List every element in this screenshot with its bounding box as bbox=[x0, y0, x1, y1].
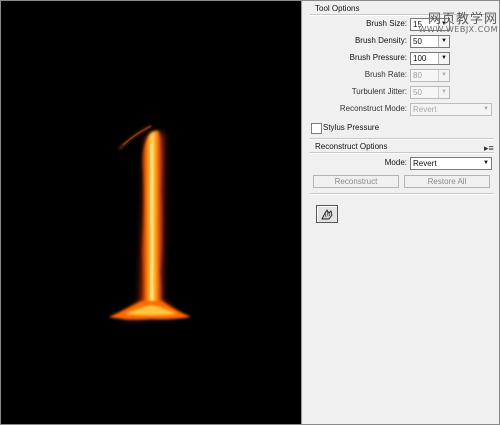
reconstruct-mode-label: Reconstruct Mode: bbox=[339, 104, 407, 113]
reconstruct-mode-row: Reconstruct Mode: Revert ▼ bbox=[302, 103, 499, 116]
stylus-pressure-label[interactable]: Stylus Pressure bbox=[323, 123, 379, 132]
brush-rate-field: 80 ▼ bbox=[410, 69, 450, 82]
image-canvas[interactable] bbox=[1, 1, 301, 424]
stylus-pressure-checkbox[interactable] bbox=[311, 123, 322, 134]
brush-pressure-label: Brush Pressure: bbox=[349, 53, 407, 62]
brush-pressure-field[interactable]: 100 ▼ bbox=[410, 52, 450, 65]
mode-label: Mode: bbox=[384, 158, 407, 167]
stylus-pressure-option[interactable]: Stylus Pressure bbox=[311, 123, 431, 135]
reconstruct-options-title: Reconstruct Options bbox=[315, 142, 388, 151]
section-divider bbox=[310, 138, 494, 140]
liquify-window: Tool Options Brush Size: 15 ▼ Brush Dens… bbox=[0, 0, 500, 425]
tool-options-title: Tool Options bbox=[315, 4, 360, 13]
chevron-down-icon: ▼ bbox=[438, 70, 449, 81]
reconstruct-mode-select: Revert ▼ bbox=[410, 103, 492, 116]
hand-tool-icon bbox=[321, 209, 333, 220]
watermark-logo: 网页教学网 WWW.WEBJX.COM bbox=[418, 8, 499, 36]
panel-menu-icon[interactable]: ▸≡ bbox=[484, 144, 494, 153]
chevron-down-icon[interactable]: ▼ bbox=[483, 158, 489, 169]
fire-numeral-one-image bbox=[109, 124, 191, 320]
hand-tool-button[interactable] bbox=[316, 205, 338, 223]
restore-all-button[interactable]: Restore All bbox=[404, 175, 490, 188]
chevron-down-icon: ▼ bbox=[438, 87, 449, 98]
turbulent-jitter-field: 50 ▼ bbox=[410, 86, 450, 99]
brush-rate-value: 80 bbox=[413, 71, 422, 80]
chevron-down-icon: ▼ bbox=[483, 106, 489, 112]
chevron-down-icon[interactable]: ▼ bbox=[438, 53, 449, 64]
section-divider bbox=[310, 193, 494, 195]
chevron-down-icon[interactable]: ▼ bbox=[438, 36, 449, 47]
turbulent-jitter-label: Turbulent Jitter: bbox=[351, 87, 407, 96]
mode-row: Mode: Revert ▼ bbox=[302, 157, 499, 170]
brush-pressure-value[interactable]: 100 bbox=[413, 54, 426, 63]
section-divider bbox=[310, 152, 494, 154]
reconstruct-button[interactable]: Reconstruct bbox=[313, 175, 399, 188]
turbulent-jitter-row: Turbulent Jitter: 50 ▼ bbox=[302, 86, 499, 99]
brush-rate-label: Brush Rate: bbox=[364, 70, 407, 79]
turbulent-jitter-value: 50 bbox=[413, 88, 422, 97]
brush-density-field[interactable]: 50 ▼ bbox=[410, 35, 450, 48]
brush-density-value[interactable]: 50 bbox=[413, 37, 422, 46]
reconstruct-mode-value: Revert bbox=[413, 105, 437, 114]
brush-size-label: Brush Size: bbox=[366, 19, 407, 28]
brush-pressure-row: Brush Pressure: 100 ▼ bbox=[302, 52, 499, 65]
mode-value[interactable]: Revert bbox=[413, 159, 437, 168]
brush-density-row: Brush Density: 50 ▼ bbox=[302, 35, 499, 48]
mode-select[interactable]: Revert ▼ bbox=[410, 157, 492, 170]
brush-rate-row: Brush Rate: 80 ▼ bbox=[302, 69, 499, 82]
tool-options-panel: Tool Options Brush Size: 15 ▼ Brush Dens… bbox=[301, 1, 499, 424]
brush-density-label: Brush Density: bbox=[354, 36, 407, 45]
watermark-url: WWW.WEBJX.COM bbox=[418, 25, 498, 34]
